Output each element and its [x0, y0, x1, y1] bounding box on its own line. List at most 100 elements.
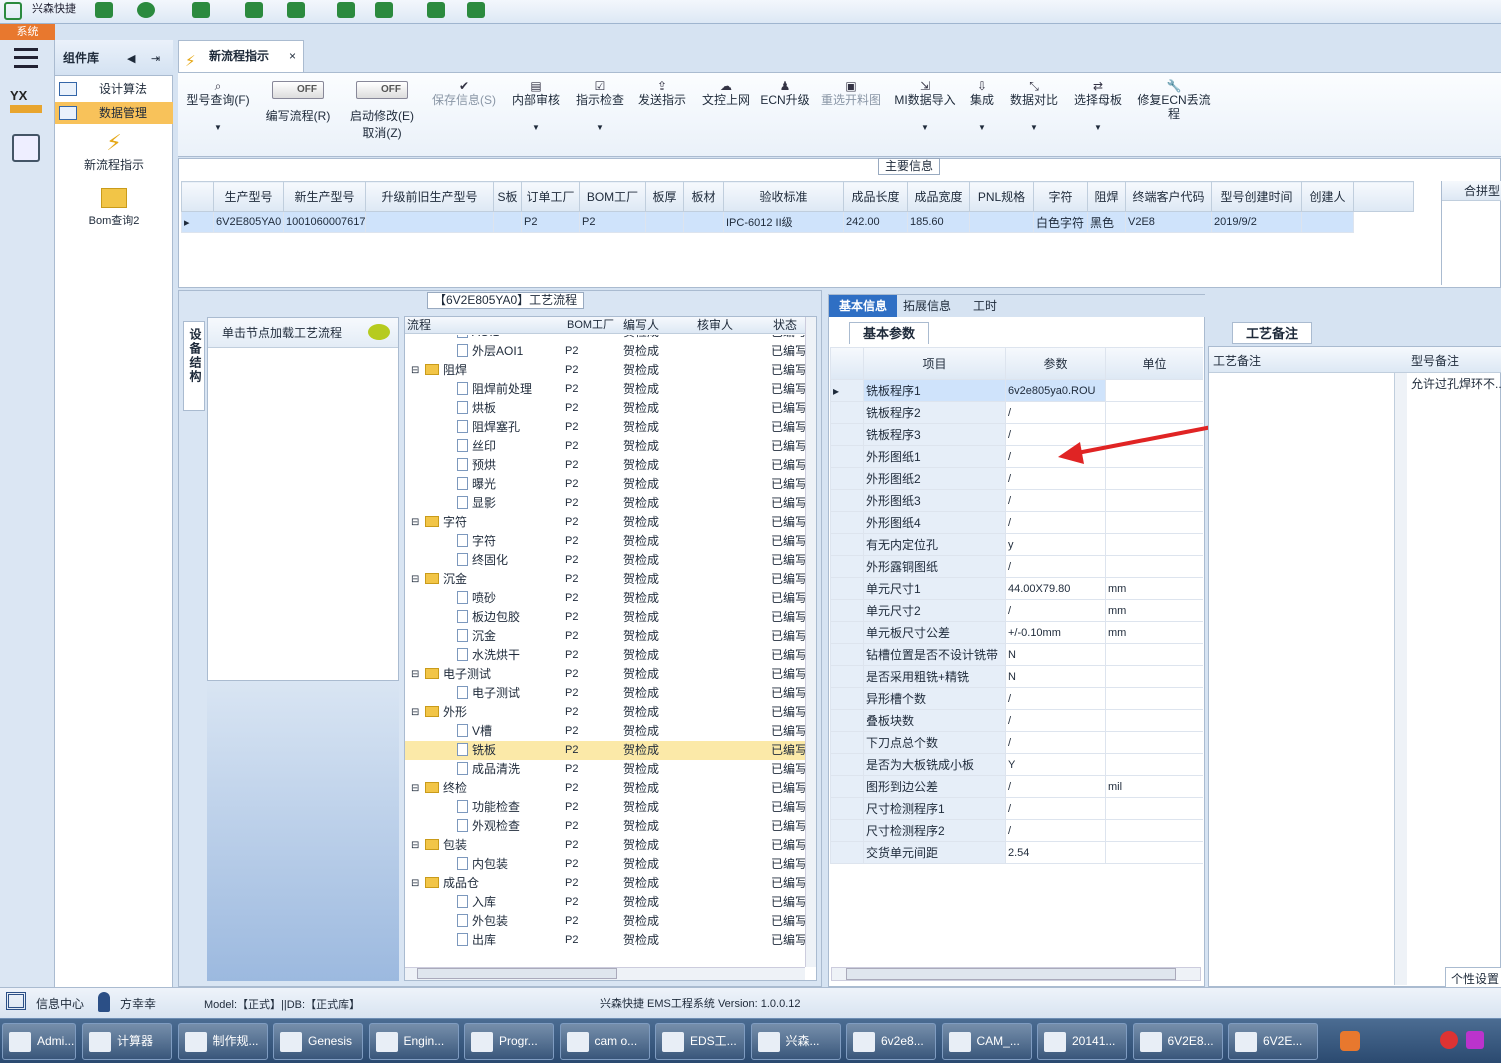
select-mother-board-button[interactable]: ⇄ 选择母板 ▼: [1070, 73, 1126, 158]
col-header[interactable]: BOM工厂: [579, 181, 646, 212]
param-row[interactable]: 是否为大板铣成小板 Y: [830, 753, 1203, 776]
tray-icon[interactable]: [1466, 1031, 1484, 1049]
param-row[interactable]: 外形露铜图纸 /: [830, 555, 1203, 578]
tree-node[interactable]: 电子测试 P2 贺检成 已编写: [405, 684, 805, 703]
cell[interactable]: 242.00: [843, 211, 908, 233]
col-header[interactable]: S板: [493, 181, 522, 212]
col-header[interactable]: 字符: [1033, 181, 1088, 212]
cell[interactable]: 黑色: [1087, 211, 1126, 233]
param-value[interactable]: /: [1005, 687, 1106, 710]
tree-node[interactable]: 显影 P2 贺检成 已编写: [405, 494, 805, 513]
tree-node[interactable]: ⊟ 字符 P2 贺检成 已编写: [405, 513, 805, 532]
tree-node[interactable]: V槽 P2 贺检成 已编写: [405, 722, 805, 741]
cell[interactable]: [645, 211, 684, 233]
start-edit-toggle[interactable]: OFF: [356, 81, 408, 99]
param-row[interactable]: 叠板块数 /: [830, 709, 1203, 732]
monitor-icon[interactable]: [467, 2, 485, 18]
tree-node[interactable]: 外层AOI1 P2 贺检成 已编写: [405, 342, 805, 361]
task-item[interactable]: 6V2E...: [1228, 1023, 1318, 1060]
param-row[interactable]: 外形图纸2/: [830, 467, 1203, 490]
param-row[interactable]: 钻槽位置是否不设计铣带 N: [830, 643, 1203, 666]
tree-node[interactable]: 板边包胶 P2 贺检成 已编写: [405, 608, 805, 627]
col-header[interactable]: 订单工厂: [521, 181, 580, 212]
tree-node[interactable]: ⊟ 终检 P2 贺检成 已编写: [405, 779, 805, 798]
param-row[interactable]: 单元板尺寸公差 +/-0.10mm mm: [830, 621, 1203, 644]
launch-new-flow[interactable]: ⚡ 新流程指示: [55, 130, 173, 178]
grid-icon[interactable]: [192, 2, 210, 18]
copy-icon[interactable]: [337, 2, 355, 18]
col-header[interactable]: 板厚: [645, 181, 684, 212]
task-item[interactable]: 20141...: [1037, 1023, 1127, 1060]
edit-flow-toggle[interactable]: OFF: [272, 81, 324, 99]
tree-node[interactable]: ⊟ 外形 P2 贺检成 已编写: [405, 703, 805, 722]
doc-control-online-button[interactable]: ☁ 文控上网: [696, 73, 756, 158]
tree-node[interactable]: 喷砂 P2 贺检成 已编写: [405, 589, 805, 608]
tree-node[interactable]: ⊟ 沉金 P2 贺检成 已编写: [405, 570, 805, 589]
side-tab-equipment[interactable]: 设备结构: [183, 321, 205, 411]
table-icon[interactable]: [375, 2, 393, 18]
sub-tab-basic-params[interactable]: 基本参数: [849, 322, 929, 344]
tab-new-flow[interactable]: ⚡ 新流程指示 ×: [178, 40, 304, 72]
expand-icon[interactable]: ⊟: [411, 836, 419, 855]
ecn-upgrade-button[interactable]: ♟ ECN升级: [760, 73, 810, 158]
param-row[interactable]: 外形图纸4/: [830, 511, 1203, 534]
param-value[interactable]: /: [1005, 511, 1106, 534]
tree-node[interactable]: 入库 P2 贺检成 已编写: [405, 893, 805, 912]
search-icon[interactable]: [95, 2, 113, 18]
tree-node[interactable]: ⊟ 包装 P2 贺检成 已编写: [405, 836, 805, 855]
task-item[interactable]: CAM_...: [941, 1023, 1032, 1060]
cell[interactable]: [969, 211, 1034, 233]
tree-node[interactable]: 水洗烘干 P2 贺检成 已编写: [405, 646, 805, 665]
param-row[interactable]: 异形槽个数 /: [830, 687, 1203, 710]
param-value[interactable]: /: [1005, 489, 1106, 512]
task-item[interactable]: Admi...: [2, 1023, 76, 1060]
cell[interactable]: 白色字符: [1033, 211, 1088, 233]
task-item[interactable]: EDS工...: [655, 1023, 745, 1060]
tree-node[interactable]: 内包装 P2 贺检成 已编写: [405, 855, 805, 874]
col-header[interactable]: 验收标准: [723, 181, 844, 212]
tree-node[interactable]: 出库 P2 贺检成 已编写: [405, 931, 805, 950]
col-header[interactable]: 生产型号: [213, 181, 284, 212]
param-value[interactable]: N: [1005, 665, 1106, 688]
vertical-scrollbar[interactable]: [805, 317, 816, 967]
param-row[interactable]: 是否采用粗铣+精铣 N: [830, 665, 1203, 688]
cell[interactable]: V2E8: [1125, 211, 1212, 233]
param-row[interactable]: ▸ 铣板程序1 6v2e805ya0.ROU: [830, 379, 1203, 402]
tree-node[interactable]: 字符 P2 贺检成 已编写: [405, 532, 805, 551]
tab-basic-info[interactable]: 基本信息: [829, 295, 897, 317]
pin-icon[interactable]: ⇥: [151, 52, 160, 65]
calculator-icon[interactable]: [12, 134, 40, 162]
tray-icon[interactable]: [1440, 1031, 1458, 1049]
col-header[interactable]: 型号创建时间: [1211, 181, 1302, 212]
expand-icon[interactable]: ⊟: [411, 570, 419, 589]
craft-note-column[interactable]: [1209, 373, 1395, 985]
expand-icon[interactable]: ⊟: [411, 703, 419, 722]
param-value[interactable]: /: [1005, 467, 1106, 490]
col-header[interactable]: 阻焊: [1087, 181, 1126, 212]
yx-logo-icon[interactable]: YX: [10, 88, 42, 118]
expand-icon[interactable]: ⊟: [411, 779, 419, 798]
personal-settings-button[interactable]: 个性设置: [1445, 967, 1501, 989]
tree-node[interactable]: AOI1 P2 贺检成 已编写: [405, 335, 805, 342]
data-compare-button[interactable]: ⤡ 数据对比 ▼: [1006, 73, 1062, 158]
tree-node[interactable]: 铣板 P2 贺检成 已编写: [405, 741, 805, 760]
tree-node[interactable]: 成品清洗 P2 贺检成 已编写: [405, 760, 805, 779]
cell[interactable]: [1301, 211, 1354, 233]
cell[interactable]: IPC-6012 II级: [723, 211, 844, 233]
param-value[interactable]: +/-0.10mm: [1005, 621, 1106, 644]
send-instruction-button[interactable]: ⇪ 发送指示: [634, 73, 690, 158]
model-query-button[interactable]: ⌕ 型号查询(F) ▼: [182, 73, 254, 158]
cell[interactable]: 6V2E805YA0: [213, 211, 284, 233]
task-item[interactable]: 6V2E8...: [1132, 1023, 1223, 1060]
tree-node[interactable]: 烘板 P2 贺检成 已编写: [405, 399, 805, 418]
cell[interactable]: 185.60: [907, 211, 970, 233]
col-header[interactable]: 终端客户代码: [1125, 181, 1212, 212]
close-tab-button[interactable]: ×: [289, 41, 296, 71]
refresh-icon[interactable]: [137, 2, 155, 18]
user-icon[interactable]: [427, 2, 445, 18]
craft-scrollbar[interactable]: [1395, 373, 1407, 985]
input-method-icon[interactable]: [1340, 1031, 1360, 1051]
tree-node[interactable]: 外观检查 P2 贺检成 已编写: [405, 817, 805, 836]
integrate-button[interactable]: ⇩ 集成 ▼: [964, 73, 1000, 158]
param-value[interactable]: /: [1005, 709, 1106, 732]
